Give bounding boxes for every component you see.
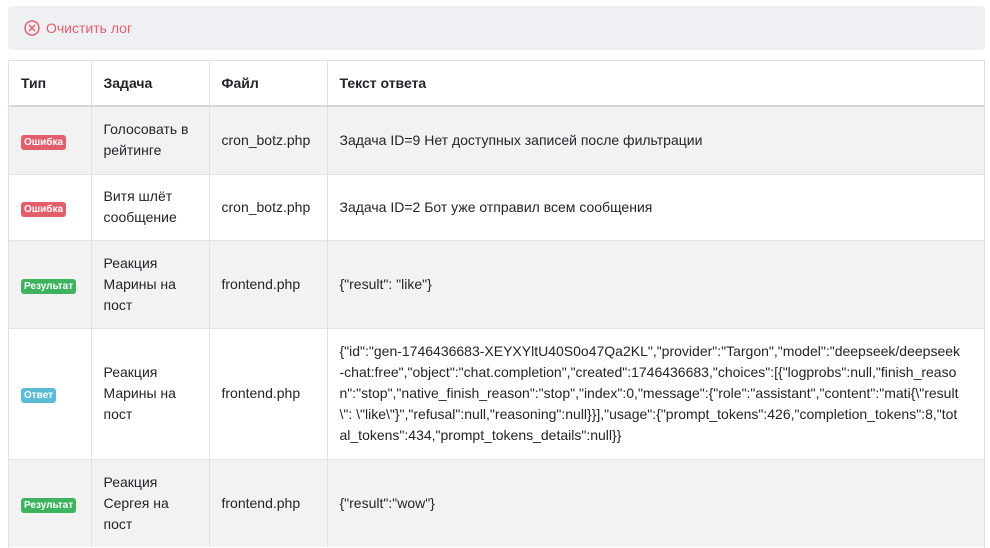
clear-log-label: Очистить лог	[46, 20, 133, 36]
log-table: Тип Задача Файл Текст ответа Ошибка Голо…	[9, 61, 984, 547]
toolbar: Очистить лог	[8, 6, 985, 50]
type-cell: Ошибка	[9, 173, 92, 240]
type-cell: Результат	[9, 458, 92, 547]
table-row: Ошибка Витя шлёт сообщение cron_botz.php…	[9, 173, 984, 240]
table-header-row: Тип Задача Файл Текст ответа	[9, 61, 984, 107]
answer-cell: {"id":"gen-1746436683-XEYXYltU40S0o47Qa2…	[327, 327, 984, 459]
task-cell: Реакция Марины на пост	[91, 327, 210, 459]
file-cell: frontend.php	[209, 458, 328, 547]
task-cell: Реакция Сергея на пост	[91, 458, 210, 547]
file-cell: frontend.php	[209, 239, 328, 328]
task-cell: Витя шлёт сообщение	[91, 173, 210, 240]
header-task: Задача	[91, 61, 210, 107]
answer-cell: Задача ID=9 Нет доступных записей после …	[327, 105, 984, 174]
table-row: Ошибка Голосовать в рейтинге cron_botz.p…	[9, 105, 984, 174]
status-badge: Ошибка	[21, 134, 67, 150]
header-type: Тип	[9, 61, 92, 107]
status-badge: Результат	[21, 278, 77, 294]
table-row: Результат Реакция Марины на пост fronten…	[9, 239, 984, 328]
task-cell: Реакция Марины на пост	[91, 239, 210, 328]
status-badge: Ошибка	[21, 201, 67, 217]
table-row: Ответ Реакция Марины на пост frontend.ph…	[9, 327, 984, 459]
header-file: Файл	[209, 61, 328, 107]
circle-x-icon	[24, 20, 40, 36]
file-cell: cron_botz.php	[209, 105, 328, 174]
answer-cell: {"result":"wow"}	[327, 458, 984, 547]
log-table-container: Тип Задача Файл Текст ответа Ошибка Голо…	[8, 60, 985, 548]
table-row: Результат Реакция Сергея на пост fronten…	[9, 458, 984, 547]
file-cell: cron_botz.php	[209, 173, 328, 240]
type-cell: Ответ	[9, 327, 92, 459]
header-answer: Текст ответа	[327, 61, 984, 107]
clear-log-button[interactable]: Очистить лог	[24, 20, 132, 36]
answer-cell: Задача ID=2 Бот уже отправил всем сообще…	[327, 173, 984, 240]
type-cell: Ошибка	[9, 105, 92, 174]
task-cell: Голосовать в рейтинге	[91, 105, 210, 174]
status-badge: Ответ	[21, 388, 57, 403]
status-badge: Результат	[21, 497, 77, 513]
file-cell: frontend.php	[209, 327, 328, 459]
answer-cell: {"result": "like"}	[327, 239, 984, 328]
type-cell: Результат	[9, 239, 92, 328]
